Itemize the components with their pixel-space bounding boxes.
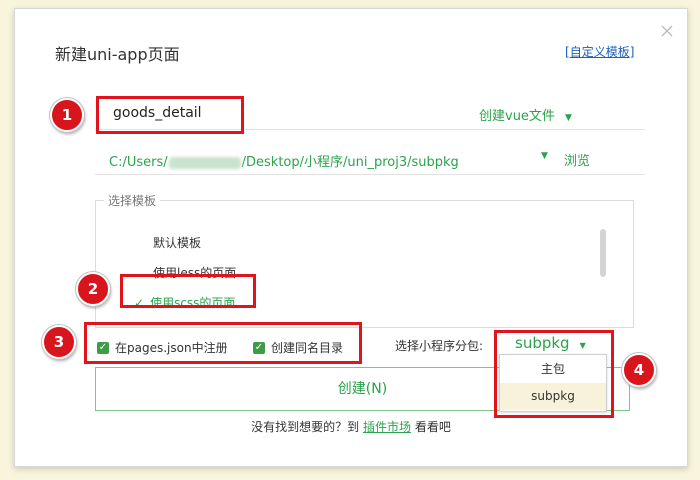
- caret-down-icon: ▼: [564, 113, 572, 123]
- template-scrollbar[interactable]: [600, 229, 606, 277]
- annotation-box-subpackage: [494, 330, 614, 418]
- footer-suffix: 看看吧: [414, 420, 451, 434]
- link-bracket-close: ]: [629, 45, 635, 59]
- annotation-badge-3: 3: [42, 325, 76, 359]
- path-field[interactable]: C:/Users/ /Desktop/小程序/uni_proj3/subpkg ▼…: [95, 142, 645, 175]
- annotation-box-template: [120, 274, 256, 308]
- template-item-default[interactable]: 默认模板: [153, 234, 201, 251]
- path-dropdown-icon[interactable]: ▼: [541, 151, 548, 161]
- annotation-box-name: [96, 96, 244, 134]
- annotation-badge-1: 1: [50, 98, 84, 132]
- blurred-username: [168, 156, 241, 169]
- template-group: 选择模板 默认模板 使用less的页面 ✓ 使用scss的页面: [95, 192, 634, 328]
- create-type-label: 创建vue文件: [479, 109, 555, 124]
- annotation-box-options: [84, 322, 362, 364]
- custom-template-link[interactable]: [自定义模板]: [565, 43, 634, 60]
- close-icon[interactable]: [660, 23, 674, 37]
- footer-text: 没有找到想要的？到 插件市场 看看吧: [15, 418, 687, 435]
- annotation-badge-4: 4: [622, 353, 656, 387]
- custom-template-link-text: 自定义模板: [569, 45, 630, 59]
- annotation-badge-2: 2: [76, 272, 110, 306]
- path-value: C:/Users/ /Desktop/小程序/uni_proj3/subpkg: [109, 151, 459, 170]
- dialog-title: 新建uni-app页面: [55, 45, 180, 64]
- footer-prefix: 没有找到想要的？到: [251, 420, 360, 434]
- path-suffix: /Desktop/小程序/uni_proj3/subpkg: [241, 155, 459, 170]
- create-type-select[interactable]: 创建vue文件 ▼: [479, 105, 572, 124]
- template-group-legend: 选择模板: [104, 192, 161, 209]
- subpackage-label: 选择小程序分包:: [395, 339, 484, 353]
- plugin-market-link[interactable]: 插件市场: [363, 420, 411, 434]
- path-prefix: C:/Users/: [109, 155, 168, 170]
- browse-button[interactable]: 浏览: [564, 150, 590, 169]
